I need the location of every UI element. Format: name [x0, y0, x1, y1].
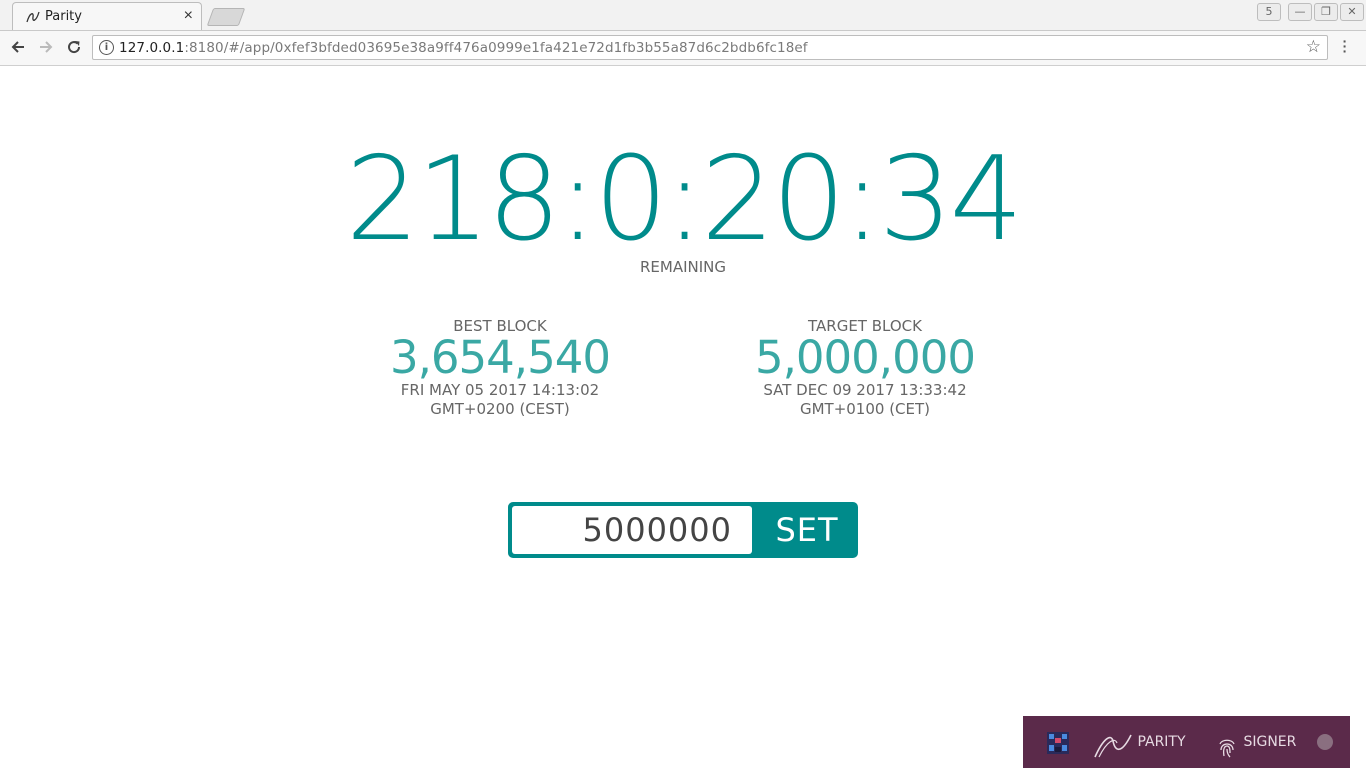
browser-tab[interactable]: Parity ×: [12, 2, 202, 30]
target-block-value: 5,000,000: [754, 331, 976, 384]
close-window-button[interactable]: ✕: [1340, 3, 1364, 21]
maximize-button[interactable]: ❐: [1314, 3, 1338, 21]
parity-status-bar: PARITY SIGNER: [1023, 716, 1350, 768]
browser-menu-icon[interactable]: · · ·: [1342, 34, 1348, 58]
signer-label: SIGNER: [1243, 734, 1297, 750]
reload-icon[interactable]: [64, 37, 84, 57]
browser-toolbar: i 127.0.0.1:8180/#/app/0xfef3bfded03695e…: [0, 31, 1366, 66]
url-text[interactable]: 127.0.0.1:8180/#/app/0xfef3bfded03695e38…: [119, 40, 808, 56]
target-block-form: SET: [508, 502, 858, 558]
account-identicon-icon[interactable]: [1047, 732, 1069, 754]
parity-favicon-icon: [25, 9, 41, 25]
best-block-value: 3,654,540: [389, 331, 611, 384]
extension-icon[interactable]: 5: [1257, 3, 1281, 21]
back-arrow-icon[interactable]: [8, 37, 28, 57]
remaining-label: REMAINING: [639, 258, 726, 276]
target-block-panel: TARGET BLOCK 5,000,000 SAT DEC 09 2017 1…: [715, 317, 1015, 419]
tab-close-icon[interactable]: ×: [184, 7, 193, 25]
info-icon[interactable]: i: [99, 40, 114, 55]
parity-link[interactable]: PARITY: [1093, 716, 1186, 768]
bookmark-star-icon[interactable]: ☆: [1306, 37, 1321, 57]
fingerprint-icon: [1215, 730, 1239, 758]
best-block-panel: BEST BLOCK 3,654,540 FRI MAY 05 2017 14:…: [350, 317, 650, 419]
countdown-timer: 218:0:20:34: [345, 132, 1024, 267]
minimize-button[interactable]: —: [1288, 3, 1312, 21]
parity-logo-icon: [1093, 729, 1133, 758]
parity-label: PARITY: [1137, 734, 1186, 750]
target-block-input[interactable]: [512, 506, 752, 554]
tab-title: Parity: [45, 9, 82, 24]
best-block-date-line2: GMT+0200 (CEST): [430, 400, 570, 418]
set-button[interactable]: SET: [756, 502, 858, 558]
new-tab-button[interactable]: [206, 8, 246, 26]
browser-tabstrip: Parity × 5 — ❐ ✕: [0, 0, 1366, 31]
connection-status-indicator: [1317, 734, 1333, 750]
forward-arrow-icon[interactable]: [36, 37, 56, 57]
signer-link[interactable]: SIGNER: [1215, 716, 1296, 768]
address-bar[interactable]: i 127.0.0.1:8180/#/app/0xfef3bfded03695e…: [92, 35, 1328, 60]
target-block-date-line2: GMT+0100 (CET): [799, 400, 931, 418]
